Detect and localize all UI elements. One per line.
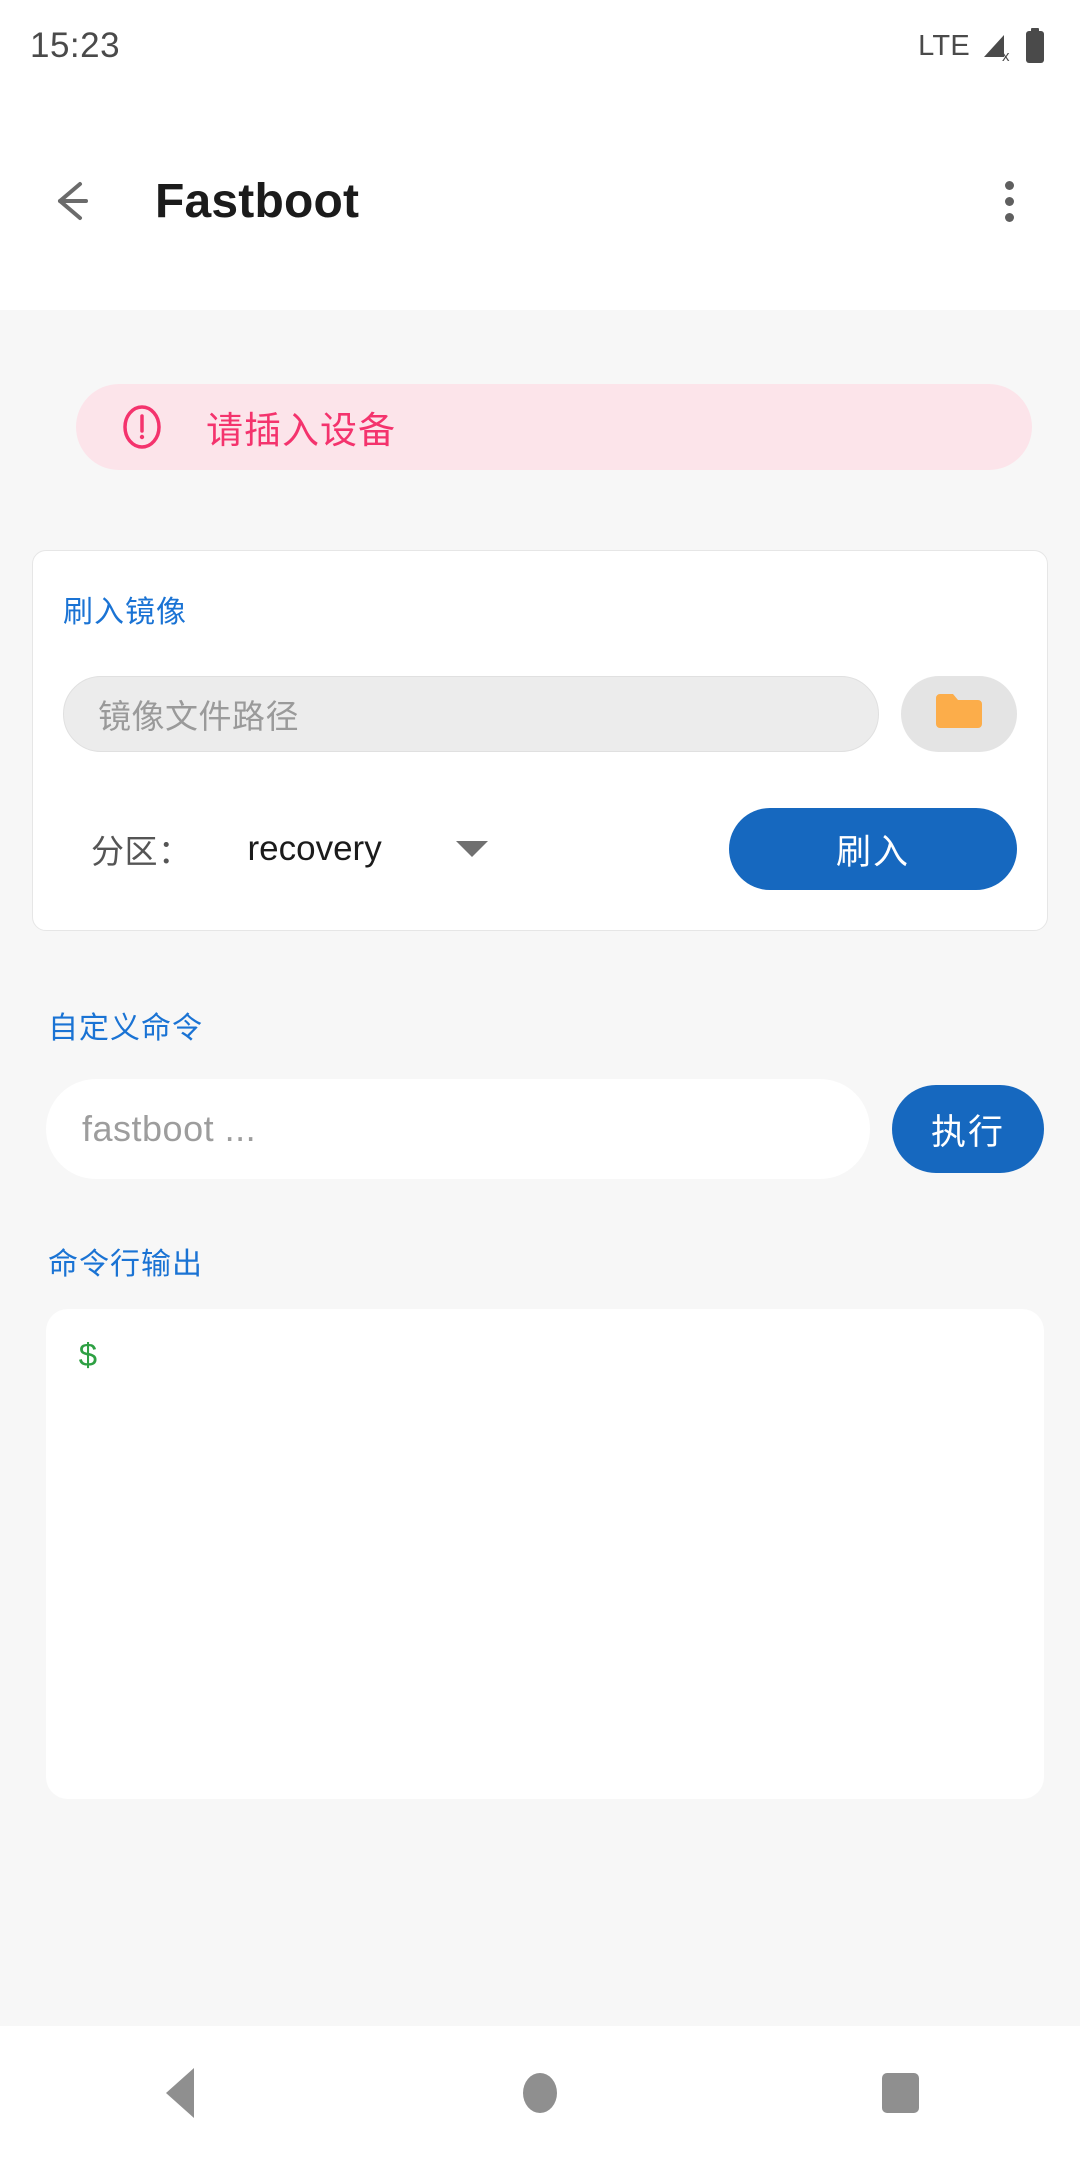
nav-back-glyph [166, 2068, 194, 2118]
nav-recents-glyph [881, 2073, 919, 2113]
flash-image-label: 刷入镜像 [63, 596, 187, 629]
partition-selected-value: recovery [247, 829, 382, 868]
menu-dot [1004, 212, 1014, 222]
partition-row: 分区： recovery 刷入 [63, 808, 1017, 890]
custom-command-input[interactable]: fastboot ... [46, 1079, 870, 1179]
nav-home-glyph [523, 2073, 557, 2113]
partition-label: 分区： [91, 833, 192, 870]
folder-icon [933, 690, 985, 739]
status-icons: LTE x [918, 28, 1046, 65]
status-bar: 15:23 LTE x [0, 0, 1080, 92]
page-title: Fastboot [155, 174, 360, 228]
custom-command-row: fastboot ... 执行 [46, 1079, 1044, 1179]
partition-dropdown[interactable]: recovery [248, 829, 498, 869]
menu-dot [1004, 180, 1014, 190]
image-path-input[interactable]: 镜像文件路径 [63, 676, 879, 752]
console-prompt-line: $ [78, 1339, 98, 1376]
nav-home-circle-icon[interactable] [480, 2033, 600, 2153]
command-output-console[interactable]: $ [46, 1309, 1044, 1799]
app-screen: 15:23 LTE x Fastboot 请插入设备 刷入镜像 镜像文件路径 分… [0, 0, 1080, 2160]
status-clock: 15:23 [30, 26, 121, 65]
arrow-back-icon[interactable] [40, 166, 110, 236]
alert-message: 请插入设备 [206, 410, 396, 451]
more-vert-icon[interactable] [976, 168, 1042, 234]
main-content: 请插入设备 刷入镜像 镜像文件路径 分区： recovery 刷入 自定义命令 … [0, 310, 1080, 2026]
device-status-alert: 请插入设备 [76, 384, 1032, 470]
system-navigation-bar [0, 2026, 1080, 2160]
signal-no-data-icon: x [980, 29, 1014, 65]
battery-full-icon [1024, 28, 1046, 64]
image-path-row: 镜像文件路径 [63, 676, 1017, 752]
nav-recents-square-icon[interactable] [840, 2033, 960, 2153]
browse-file-button[interactable] [901, 676, 1017, 752]
network-type-label: LTE [918, 29, 970, 62]
menu-dot [1004, 196, 1014, 206]
execute-button[interactable]: 执行 [892, 1085, 1044, 1173]
svg-text:x: x [1002, 48, 1010, 63]
command-output-label: 命令行输出 [48, 1248, 203, 1281]
chevron-down-icon [455, 841, 488, 857]
app-toolbar: Fastboot [0, 92, 1080, 310]
custom-command-label: 自定义命令 [48, 1012, 203, 1045]
flash-button[interactable]: 刷入 [729, 808, 1017, 890]
error-outline-icon [118, 403, 166, 451]
nav-back-triangle-icon[interactable] [120, 2033, 240, 2153]
flash-image-card: 刷入镜像 镜像文件路径 分区： recovery 刷入 [32, 550, 1048, 931]
